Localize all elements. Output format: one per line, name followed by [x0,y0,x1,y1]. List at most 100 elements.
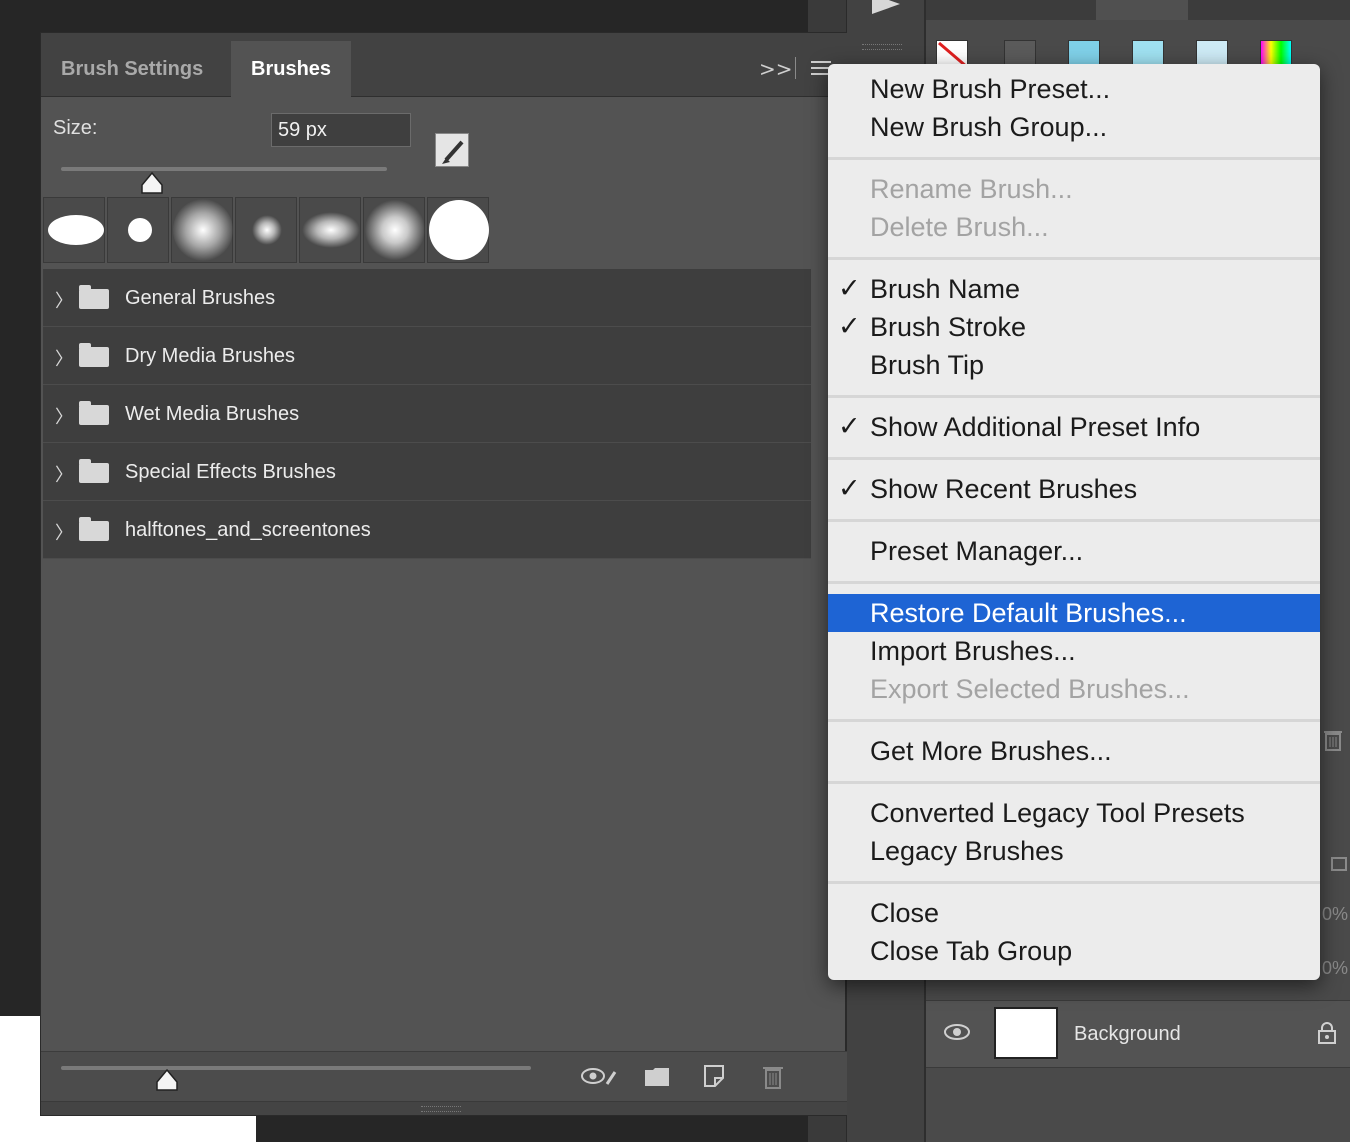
brush-pose-icon[interactable] [435,133,469,167]
menu-item-show-recent-brushes[interactable]: ✓ Show Recent Brushes [828,470,1320,508]
menu-separator [828,519,1320,522]
menu-separator [828,395,1320,398]
right-panel-active-tab[interactable] [1096,0,1188,20]
size-label: Size: [53,117,98,139]
menu-item-export-selected-brushes: Export Selected Brushes... [828,670,1320,708]
menu-item-get-more-brushes[interactable]: Get More Brushes... [828,732,1320,770]
menu-item-label: Brush Tip [870,350,985,380]
recent-brush-2[interactable] [107,197,169,263]
menu-item-label: Get More Brushes... [870,736,1112,766]
menu-item-label: Export Selected Brushes... [870,674,1190,704]
recent-brushes [43,197,495,265]
dock-grip[interactable] [862,44,902,50]
menu-item-label: Legacy Brushes [870,836,1064,866]
size-slider-thumb[interactable] [140,171,164,195]
folder-icon [79,517,109,541]
chevron-right-icon[interactable]: 〉 [55,287,73,313]
recent-brush-6[interactable] [363,197,425,263]
menu-separator [828,719,1320,722]
menu-item-label: Close [870,898,940,928]
menu-item-brush-stroke[interactable]: ✓ Brush Stroke [828,308,1320,346]
menu-item-close[interactable]: Close [828,894,1320,932]
menu-item-brush-tip[interactable]: Brush Tip [828,346,1320,384]
brush-tip [128,218,152,242]
menu-item-converted-legacy-tool-presets[interactable]: Converted Legacy Tool Presets [828,794,1320,832]
layer-lock-partial-icon[interactable] [1330,848,1350,877]
chevron-right-icon[interactable]: 〉 [55,403,73,429]
menu-item-label: Brush Stroke [870,312,1027,342]
brush-tip [302,212,360,248]
size-slider-track[interactable] [61,167,387,171]
lock-icon[interactable] [1316,1021,1338,1045]
checkmark-icon: ✓ [838,411,861,442]
brush-tip [252,215,282,245]
layer-thumbnail [994,1007,1058,1059]
fill-value-fragment[interactable]: 0% [1322,958,1348,979]
menu-item-restore-default-brushes[interactable]: Restore Default Brushes... [828,594,1320,632]
menu-item-legacy-brushes[interactable]: Legacy Brushes [828,832,1320,870]
menu-item-import-brushes[interactable]: Import Brushes... [828,632,1320,670]
brushes-panel: Brush Settings Brushes >> Size: 59 px 〉 … [40,32,847,1116]
recent-brush-4[interactable] [235,197,297,263]
thumbnail-size-slider-thumb[interactable] [155,1068,179,1092]
menu-item-new-brush-group[interactable]: New Brush Group... [828,108,1320,146]
size-input[interactable] [271,113,411,147]
chevron-right-icon[interactable]: 〉 [55,519,73,545]
menu-separator [828,881,1320,884]
play-icon[interactable] [872,0,900,14]
collapse-panel-icon[interactable]: >> [759,57,793,81]
brush-group-label: Wet Media Brushes [125,403,300,425]
new-brush-icon[interactable] [701,1062,729,1095]
brush-group-label: Special Effects Brushes [125,461,336,483]
panel-resize-grip[interactable] [41,1101,847,1115]
brush-group-row[interactable]: 〉 Dry Media Brushes [43,327,811,385]
menu-item-brush-name[interactable]: ✓ Brush Name [828,270,1320,308]
layer-row-background[interactable]: Background [926,1000,1350,1068]
folder-icon [79,459,109,483]
checkmark-icon: ✓ [838,473,861,504]
panel-footer [41,1051,847,1101]
brush-tip [365,199,425,261]
menu-separator [828,581,1320,584]
folder-icon [79,343,109,367]
menu-item-label: Close Tab Group [870,936,1073,966]
recent-brush-3[interactable] [171,197,233,263]
brush-group-label: General Brushes [125,287,276,309]
menu-item-new-brush-preset[interactable]: New Brush Preset... [828,70,1320,108]
tab-brush-settings[interactable]: Brush Settings [41,41,223,97]
menu-item-delete-brush: Delete Brush... [828,208,1320,246]
recent-brush-5[interactable] [299,197,361,263]
eye-icon[interactable] [944,1023,970,1040]
brush-tip [429,200,489,260]
brush-group-row[interactable]: 〉 Special Effects Brushes [43,443,811,501]
menu-item-label: Show Recent Brushes [870,474,1138,504]
delete-brush-icon[interactable] [759,1062,787,1095]
brush-group-row[interactable]: 〉 Wet Media Brushes [43,385,811,443]
brush-group-row[interactable]: 〉 General Brushes [43,269,811,327]
recent-brush-1[interactable] [43,197,105,263]
folder-icon [79,285,109,309]
menu-separator [828,157,1320,160]
brush-group-label: Dry Media Brushes [125,345,296,367]
trash-icon[interactable] [1322,728,1344,757]
opacity-value-fragment[interactable]: 0% [1322,904,1348,925]
menu-separator [828,781,1320,784]
toggle-brush-visibility-icon[interactable] [579,1062,619,1095]
menu-item-close-tab-group[interactable]: Close Tab Group [828,932,1320,970]
recent-brush-7[interactable] [427,197,489,263]
layer-name[interactable]: Background [1074,1023,1181,1046]
menu-item-label: New Brush Preset... [870,74,1111,104]
brush-tip [173,199,233,261]
new-group-folder-icon[interactable] [643,1062,671,1095]
chevron-right-icon[interactable]: 〉 [55,461,73,487]
chevron-right-icon[interactable]: 〉 [55,345,73,371]
menu-item-preset-manager[interactable]: Preset Manager... [828,532,1320,570]
menu-item-show-additional-preset-info[interactable]: ✓ Show Additional Preset Info [828,408,1320,446]
panel-tabbar: Brush Settings Brushes >> [41,33,847,97]
thumbnail-size-slider-track[interactable] [61,1066,531,1070]
brush-group-row[interactable]: 〉 halftones_and_screentones [43,501,811,559]
brush-group-label: halftones_and_screentones [125,519,371,541]
menu-item-label: Converted Legacy Tool Presets [870,798,1245,828]
tab-brushes[interactable]: Brushes [231,41,352,97]
menu-separator [828,457,1320,460]
